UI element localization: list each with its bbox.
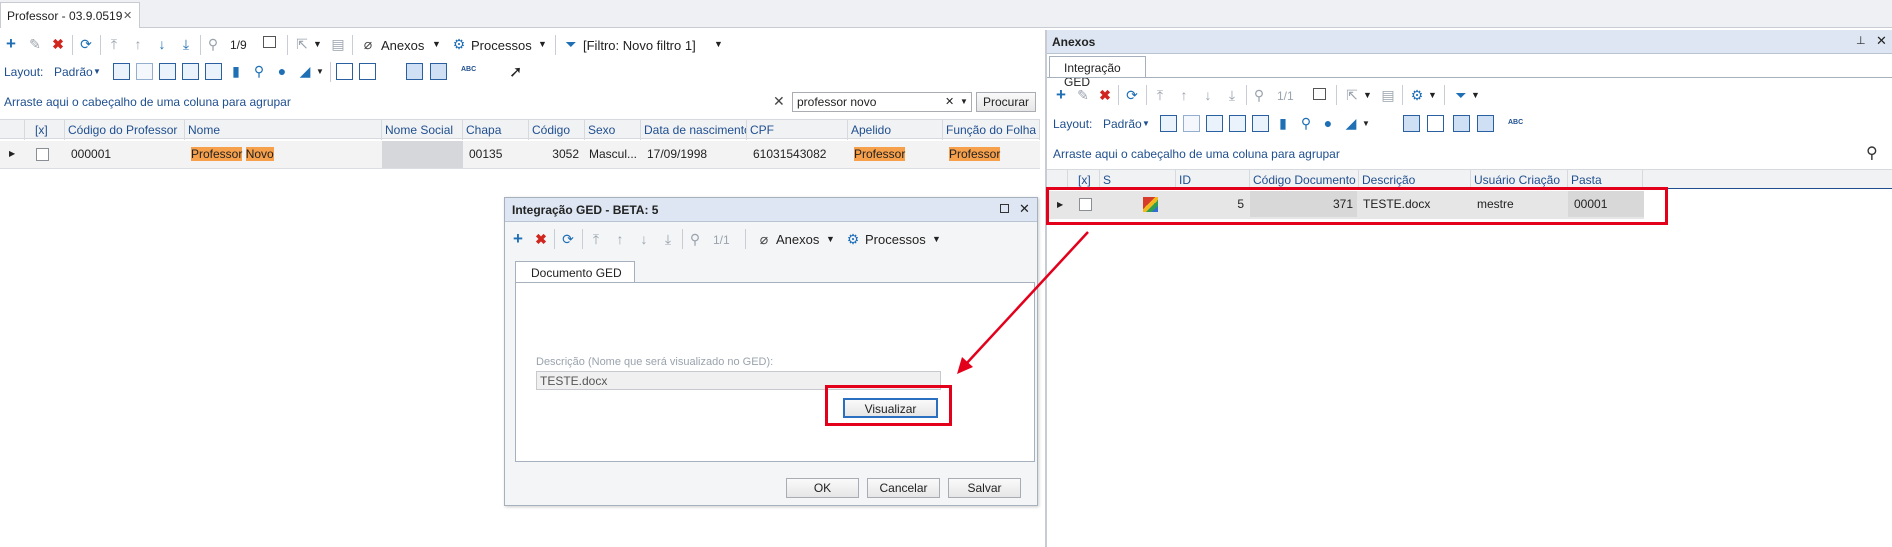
arrow-line bbox=[965, 231, 1089, 365]
annotation-arrow bbox=[957, 231, 1089, 374]
